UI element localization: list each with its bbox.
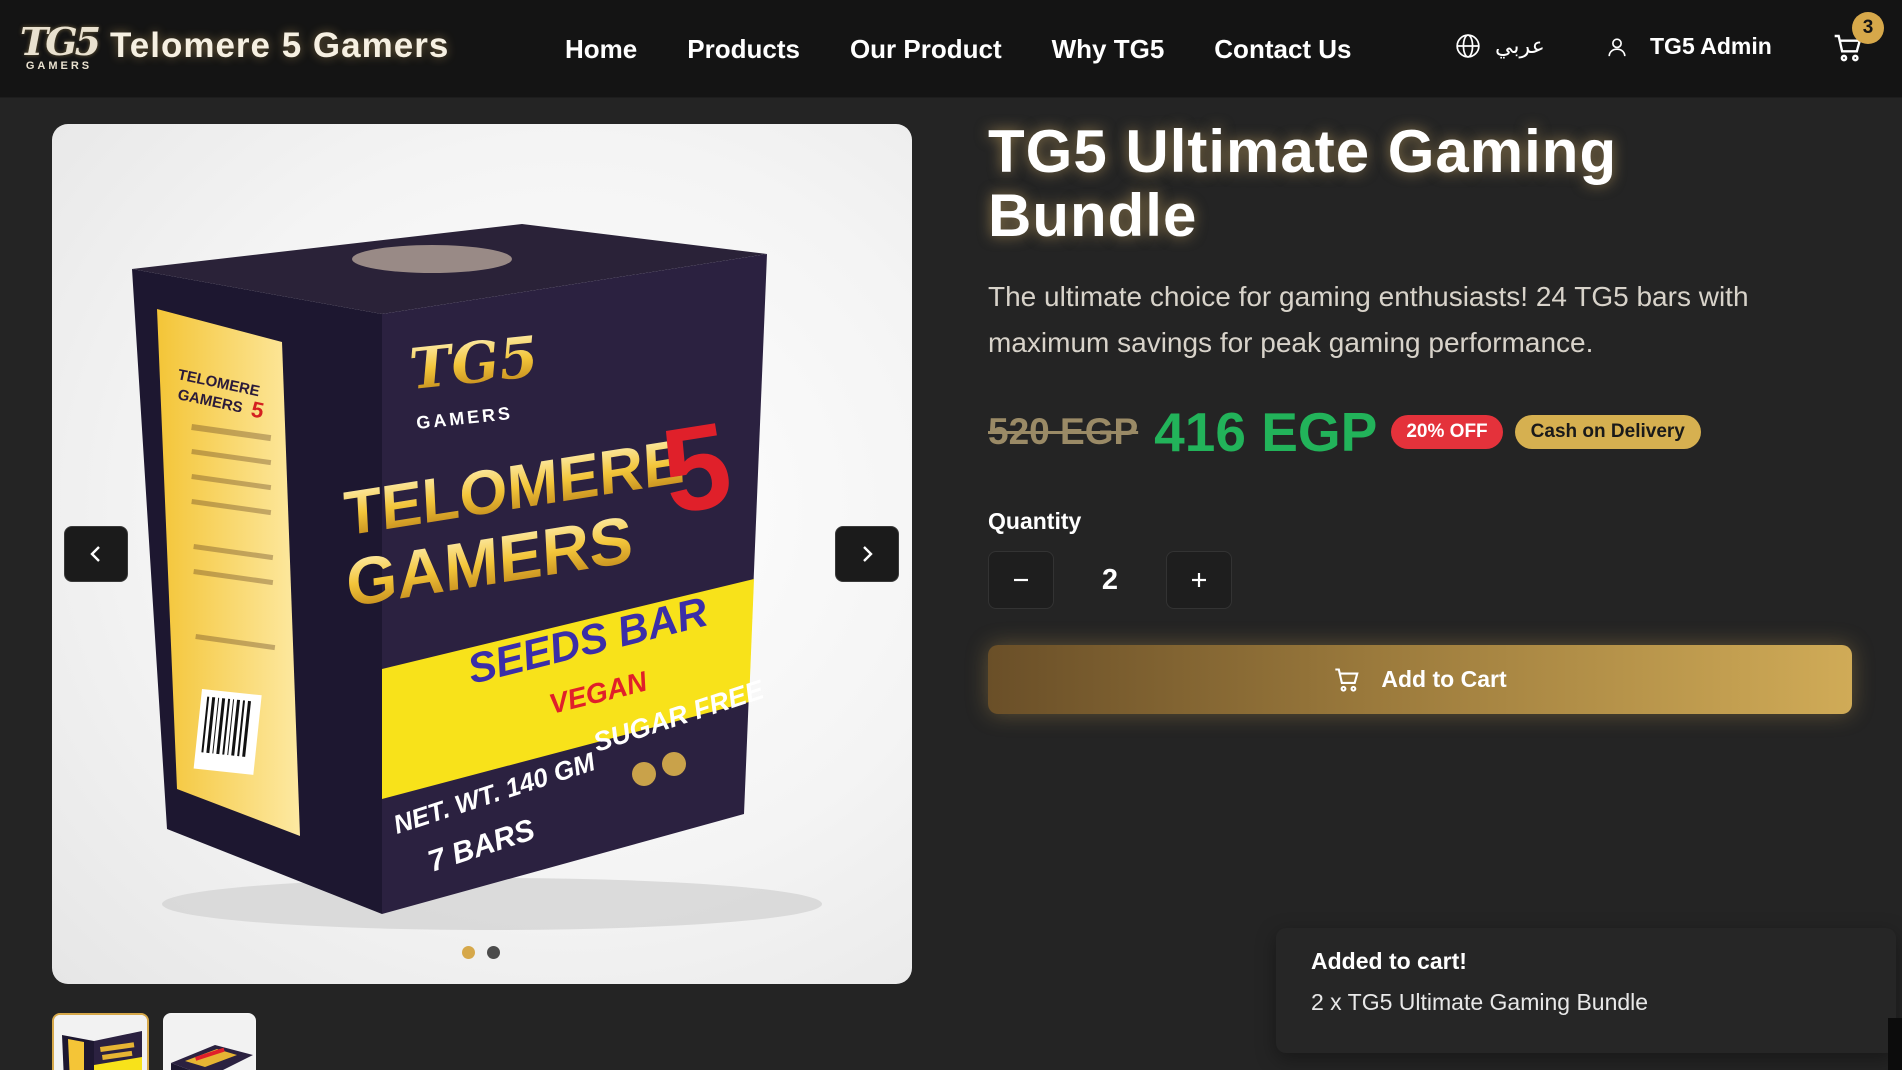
nav-home[interactable]: Home (565, 34, 637, 65)
edge-widget (1888, 1018, 1902, 1070)
sale-price: 416 EGP (1154, 401, 1378, 463)
thumbnail-1-image (54, 1015, 147, 1070)
nav-contact-us[interactable]: Contact Us (1214, 34, 1351, 65)
main-nav: Home Products Our Product Why TG5 Contac… (565, 0, 1402, 98)
carousel-next-button[interactable] (835, 526, 899, 582)
added-to-cart-toast[interactable]: Added to cart! 2 x TG5 Ultimate Gaming B… (1276, 928, 1896, 1053)
cart-icon (1335, 667, 1360, 692)
product-description: The ultimate choice for gaming enthusias… (988, 281, 1749, 358)
box-logo: TG5 (407, 324, 542, 403)
minus-icon (1014, 578, 1028, 582)
cart-count-badge: 3 (1852, 12, 1884, 44)
carousel-dot-2[interactable] (487, 946, 500, 959)
user-menu[interactable]: TG5 Admin (1606, 33, 1772, 60)
language-label: عربي (1495, 33, 1545, 58)
carousel-dot-1[interactable] (462, 946, 475, 959)
brand-name[interactable]: Telomere 5 Gamers (110, 26, 449, 66)
thumbnail-2-image (165, 1015, 254, 1070)
language-switcher[interactable]: عربي (1455, 33, 1545, 59)
globe-icon (1456, 34, 1480, 58)
logo[interactable]: TG5 GAMERS (19, 18, 101, 76)
thumbnail-strip (52, 1013, 256, 1070)
product-title: TG5 Ultimate Gaming Bundle (988, 118, 1618, 249)
thumbnail-2[interactable] (163, 1013, 256, 1070)
price-row: 520 EGP 416 EGP 20% OFF Cash on Delivery (988, 400, 1701, 464)
product-image-carousel: TELOMERE GAMERS 5 TG5 GAMERS TELOMERE GA… (52, 124, 912, 984)
increase-quantity-button[interactable] (1166, 551, 1232, 609)
logo-mark: TG5 (19, 19, 101, 64)
thumbnail-1[interactable] (52, 1013, 149, 1070)
original-price: 520 EGP (988, 411, 1139, 452)
decrease-quantity-button[interactable] (988, 551, 1054, 609)
user-icon (1608, 37, 1626, 56)
chevron-right-icon (863, 546, 873, 562)
nav-products[interactable]: Products (687, 34, 800, 65)
user-name: TG5 Admin (1650, 33, 1772, 59)
logo-subtitle: GAMERS (25, 60, 93, 72)
quantity-value[interactable]: 2 (1054, 564, 1166, 597)
cash-on-delivery-badge: Cash on Delivery (1514, 415, 1701, 449)
discount-badge: 20% OFF (1391, 415, 1503, 449)
chevron-left-icon (90, 546, 100, 562)
add-to-cart-label: Add to Cart (1381, 666, 1507, 692)
carousel-prev-button[interactable] (64, 526, 128, 582)
product-image: TELOMERE GAMERS 5 TG5 GAMERS TELOMERE GA… (132, 224, 822, 930)
top-navbar: TG5 GAMERS Telomere 5 Gamers Home Produc… (0, 0, 1902, 98)
add-to-cart-button[interactable]: Add to Cart (988, 645, 1852, 714)
toast-message: 2 x TG5 Ultimate Gaming Bundle (1311, 989, 1649, 1015)
quantity-label: Quantity (988, 508, 1082, 534)
nav-our-product[interactable]: Our Product (850, 34, 1002, 65)
plus-icon (1192, 573, 1206, 587)
toast-title: Added to cart! (1311, 948, 1467, 974)
carousel-dots (462, 946, 500, 959)
quantity-stepper: 2 (988, 551, 1232, 609)
nav-why-tg5[interactable]: Why TG5 (1052, 34, 1165, 65)
